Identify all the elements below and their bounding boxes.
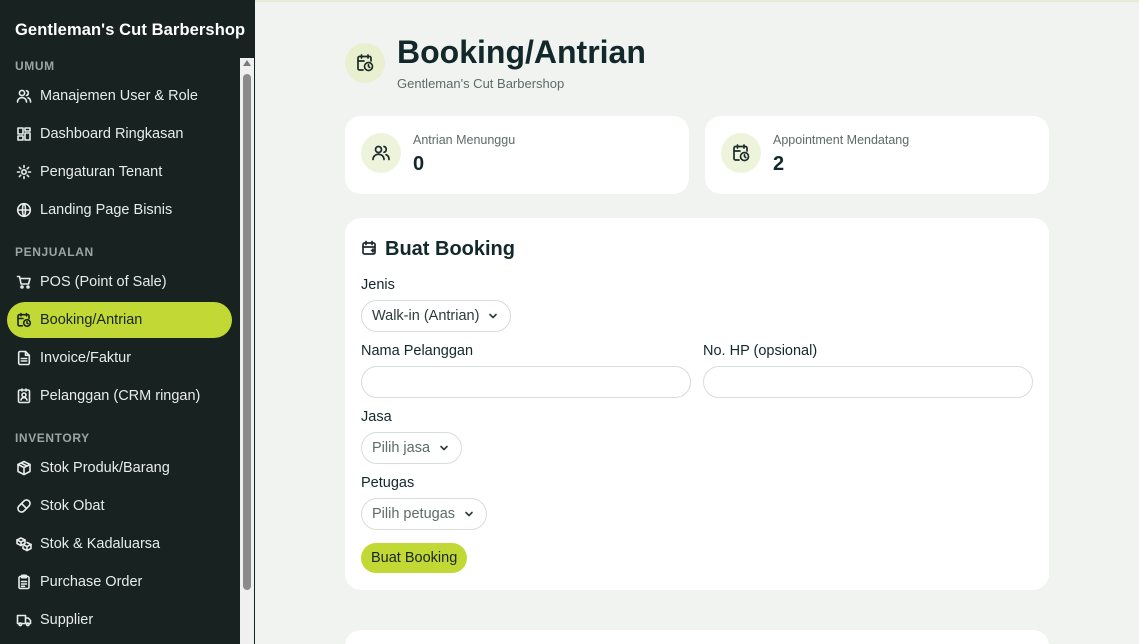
sidebar-item-landing-page[interactable]: Landing Page Bisnis xyxy=(7,192,232,228)
next-section-card xyxy=(345,630,1049,644)
document-icon xyxy=(15,349,33,367)
petugas-select-value: Pilih petugas xyxy=(372,506,456,522)
sidebar-item-invoice[interactable]: Invoice/Faktur xyxy=(7,340,232,376)
brand-name: Gentleman's Cut Barbershop xyxy=(15,21,246,39)
sidebar-item-pelanggan[interactable]: Pelanggan (CRM ringan) xyxy=(7,378,232,414)
calendar-clock-icon xyxy=(345,43,385,83)
sidebar-item-label: Pelanggan (CRM ringan) xyxy=(40,388,201,404)
stat-card-antrian-menunggu: Antrian Menunggu 0 xyxy=(345,116,689,194)
cart-icon xyxy=(15,273,33,291)
sidebar-item-label: Invoice/Faktur xyxy=(40,350,132,366)
box-icon xyxy=(15,459,33,477)
calendar-clock-icon xyxy=(721,133,761,173)
boxes-icon xyxy=(15,535,33,553)
sidebar-item-label: Landing Page Bisnis xyxy=(40,202,173,218)
jenis-select-value: Walk-in (Antrian) xyxy=(372,308,480,324)
sidebar-item-stok-produk[interactable]: Stok Produk/Barang xyxy=(7,450,232,486)
chevron-down-icon xyxy=(488,311,498,321)
page-title: Booking/Antrian xyxy=(397,34,646,70)
truck-icon xyxy=(15,611,33,629)
stat-value: 2 xyxy=(773,153,785,175)
sidebar-item-label: POS (Point of Sale) xyxy=(40,274,167,290)
sidebar-item-pos[interactable]: POS (Point of Sale) xyxy=(7,264,232,300)
pill-icon xyxy=(15,497,33,515)
chevron-down-icon xyxy=(439,443,449,453)
jasa-label: Jasa xyxy=(361,409,392,425)
stat-card-appointment-mendatang: Appointment Mendatang 2 xyxy=(705,116,1049,194)
no-hp-label: No. HP (opsional) xyxy=(703,343,818,359)
sidebar-item-supplier[interactable]: Supplier xyxy=(7,602,232,638)
form-title: Buat Booking xyxy=(385,238,515,260)
calendar-plus-icon xyxy=(361,240,379,258)
jasa-select-value: Pilih jasa xyxy=(372,440,431,456)
section-label-penjualan: PENJUALAN xyxy=(15,245,94,259)
stat-label: Appointment Mendatang xyxy=(773,133,910,147)
sidebar-item-label: Stok & Kadaluarsa xyxy=(40,536,161,552)
sidebar-item-label: Purchase Order xyxy=(40,574,143,590)
sidebar-item-pengaturan[interactable]: Pengaturan Tenant xyxy=(7,154,232,190)
sidebar-item-label: Manajemen User & Role xyxy=(40,88,198,104)
scroll-up-arrow-icon[interactable] xyxy=(243,60,251,66)
buat-booking-button[interactable]: Buat Booking xyxy=(361,543,468,573)
top-divider xyxy=(255,0,1139,2)
users-icon xyxy=(15,87,33,105)
main-content: Booking/Antrian Gentleman's Cut Barbersh… xyxy=(255,0,1139,644)
nama-pelanggan-input[interactable] xyxy=(361,366,691,398)
sidebar-item-label: Stok Produk/Barang xyxy=(40,460,170,476)
sidebar-item-user-role[interactable]: Manajemen User & Role xyxy=(7,78,232,114)
gear-icon xyxy=(15,163,33,181)
sidebar-item-label: Pengaturan Tenant xyxy=(40,164,163,180)
sidebar-item-dashboard[interactable]: Dashboard Ringkasan xyxy=(7,116,232,152)
calendar-clock-icon xyxy=(15,311,33,329)
booking-form-card: Buat Booking Jenis Walk-in (Antrian) Nam… xyxy=(345,218,1049,590)
jenis-label: Jenis xyxy=(361,277,395,293)
petugas-label: Petugas xyxy=(361,475,415,491)
clipboard-icon xyxy=(15,573,33,591)
stat-label: Antrian Menunggu xyxy=(413,133,516,147)
chevron-down-icon xyxy=(464,509,474,519)
section-label-inventory: INVENTORY xyxy=(15,431,90,445)
sidebar-item-booking[interactable]: Booking/Antrian xyxy=(7,302,232,338)
sidebar-item-label: Dashboard Ringkasan xyxy=(40,126,184,142)
scroll-thumb[interactable] xyxy=(243,74,251,590)
dashboard-icon xyxy=(15,125,33,143)
jenis-select[interactable]: Walk-in (Antrian) xyxy=(361,300,512,332)
stat-value: 0 xyxy=(413,153,425,175)
sidebar-item-label: Booking/Antrian xyxy=(40,312,143,328)
sidebar-scrollbar[interactable] xyxy=(240,58,254,644)
nama-pelanggan-label: Nama Pelanggan xyxy=(361,343,474,359)
sidebar-item-purchase-order[interactable]: Purchase Order xyxy=(7,564,232,600)
users-icon xyxy=(361,133,401,173)
sidebar-item-stok-kadaluarsa[interactable]: Stok & Kadaluarsa xyxy=(7,526,232,562)
sidebar-item-label: Supplier xyxy=(40,612,94,628)
petugas-select[interactable]: Pilih petugas xyxy=(361,498,488,530)
no-hp-input[interactable] xyxy=(703,366,1033,398)
sidebar-item-label: Stok Obat xyxy=(40,498,105,514)
jasa-select[interactable]: Pilih jasa xyxy=(361,432,463,464)
globe-icon xyxy=(15,201,33,219)
contact-icon xyxy=(15,387,33,405)
sidebar: Gentleman's Cut Barbershop UMUM Manajeme… xyxy=(0,0,255,644)
sidebar-item-stok-obat[interactable]: Stok Obat xyxy=(7,488,232,524)
section-label-umum: UMUM xyxy=(15,59,55,73)
page-subtitle: Gentleman's Cut Barbershop xyxy=(397,76,565,91)
